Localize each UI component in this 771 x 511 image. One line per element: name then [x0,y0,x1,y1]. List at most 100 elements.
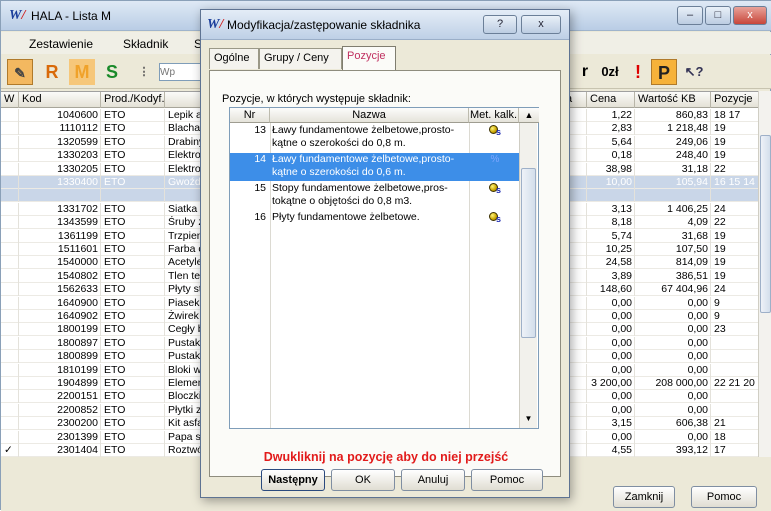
list-col-nazwa[interactable]: Nazwa [270,108,469,123]
next-button[interactable]: Następny [261,469,325,491]
cell-cena: 38,98 [587,162,635,176]
cell-prod: ETO [101,162,165,176]
col-kod[interactable]: Kod [19,92,101,108]
search-input[interactable] [159,63,203,81]
cell-kod: 1040600 [19,109,101,122]
cell-cena: 4,55 [587,444,635,457]
cell-wartosc: 31,68 [635,229,711,243]
cell-prod: ETO [101,176,165,189]
col-pozycje[interactable]: Pozycje [711,92,759,108]
zamknij-button[interactable]: Zamknij [613,486,675,508]
exclaim-button[interactable]: ! [625,59,651,85]
cell-cena: 3 200,00 [587,377,635,390]
minimize-button[interactable]: – [677,6,703,25]
grid-scroll-thumb[interactable] [760,135,771,313]
col-w[interactable]: W [1,92,19,108]
cell-prod: ETO [101,377,165,390]
cell-cena: 8,18 [587,216,635,230]
tab-grupy-ceny[interactable]: Grupy / Ceny [259,48,342,69]
dialog-close-button[interactable]: x [521,15,561,34]
cell-prod [101,189,165,203]
cell-pozycje [711,336,759,350]
tab-ogolne[interactable]: Ogólne [209,48,259,69]
cell-wartosc: 0,00 [635,390,711,404]
cell-wartosc: 393,12 [635,444,711,457]
maximize-button[interactable]: □ [705,6,731,25]
list-item[interactable]: 13 Ławy fundamentowe żelbetowe,prosto-kąt… [230,124,520,152]
dialog-pomoc-button[interactable]: Pomoc [471,469,543,491]
list-icon[interactable]: ⋮ [131,59,157,85]
cell-wartosc: 67 404,96 [635,283,711,297]
cell-cena: 0,00 [587,403,635,417]
list-item[interactable]: 15 Stopy fundamentowe żelbetowe,pros-toką… [230,182,520,210]
dialog-title: Modyfikacja/zastępowanie składnika [227,18,421,32]
p-button[interactable]: P [651,59,677,85]
cell-w [1,162,19,176]
cell-prod: ETO [101,256,165,270]
cell-cena: 0,00 [587,430,635,444]
m-button[interactable]: M [69,59,95,85]
cell-cena: 0,00 [587,390,635,404]
cell-wartosc: 0,00 [635,430,711,444]
list-scroll-down-icon[interactable]: ▼ [521,413,536,425]
list-item[interactable]: 14 Ławy fundamentowe żelbetowe,prosto-kąt… [230,153,520,181]
cell-kod: 1904899 [19,377,101,390]
list-scrollbar[interactable]: ▼ [519,123,537,428]
s-button[interactable]: S [99,59,125,85]
list-item[interactable]: 16 Płyty fundamentowe żelbetowe. s [230,211,520,226]
cell-w [1,149,19,163]
cell-prod: ETO [101,283,165,297]
cell-cena: 148,60 [587,283,635,297]
cell-cena: 3,89 [587,269,635,283]
cell-kod: 1330203 [19,149,101,163]
ok-button[interactable]: OK [331,469,395,491]
positions-list[interactable]: Nr Nazwa Met. kalk. ▲ 13 Ławy fundamentow… [229,107,539,429]
list-col-nr[interactable]: Nr [230,108,270,123]
cell-w [1,216,19,230]
col-wartosc[interactable]: Wartość KB [635,92,711,108]
help-pointer-icon[interactable]: ↖? [681,59,707,85]
cell-pozycje: 9 [711,296,759,310]
cell-w [1,135,19,149]
cell-prod: ETO [101,444,165,457]
modify-dialog: W/ Modyfikacja/zastępowanie składnika ? … [200,9,570,498]
cell-kod: 1331702 [19,202,101,216]
cell-prod: ETO [101,243,165,256]
pin-icon[interactable]: ✎ [7,59,33,85]
cell-w [1,377,19,390]
cell-prod: ETO [101,229,165,243]
cell-w [1,323,19,337]
list-scroll-thumb[interactable] [521,168,536,338]
col-cena[interactable]: Cena [587,92,635,108]
tab-pozycje[interactable]: Pozycje [342,46,396,70]
list-scroll-up-icon[interactable]: ▲ [519,108,539,123]
menu-zestawienie[interactable]: Zestawienie [29,37,93,51]
item-name-line2: kątne o szerokości do 0,8 m. [272,137,406,149]
cell-w [1,229,19,243]
cell-wartosc: 0,00 [635,363,711,377]
cell-pozycje [711,189,759,203]
calc-method-icon: s [488,182,502,195]
cell-cena [587,189,635,203]
grid-scrollbar[interactable] [758,91,771,457]
main-help-button[interactable]: Pomoc [691,486,757,508]
cell-kod: 1511601 [19,243,101,256]
close-button[interactable]: x [733,6,767,25]
cell-w [1,296,19,310]
cell-cena: 3,13 [587,202,635,216]
cell-kod: 1330205 [19,162,101,176]
currency-button[interactable]: 0zł [595,59,625,85]
col-prod[interactable]: Prod./Kodyf. [101,92,165,108]
item-name: Stopy fundamentowe żelbetowe,pros-tokątn… [270,182,467,208]
calc-s-icon: s [471,124,519,141]
calc-sub-label: s [496,185,502,195]
dialog-help-button[interactable]: ? [483,15,517,34]
cell-w [1,202,19,216]
r-button[interactable]: R [39,59,65,85]
cell-pozycje: 24 [711,202,759,216]
menu-skladnik[interactable]: Składnik [123,37,168,51]
list-col-met-kalk[interactable]: Met. kalk. [469,108,519,123]
cancel-button[interactable]: Anuluj [401,469,465,491]
cell-cena: 1,22 [587,109,635,122]
cell-wartosc: 105,94 [635,176,711,189]
